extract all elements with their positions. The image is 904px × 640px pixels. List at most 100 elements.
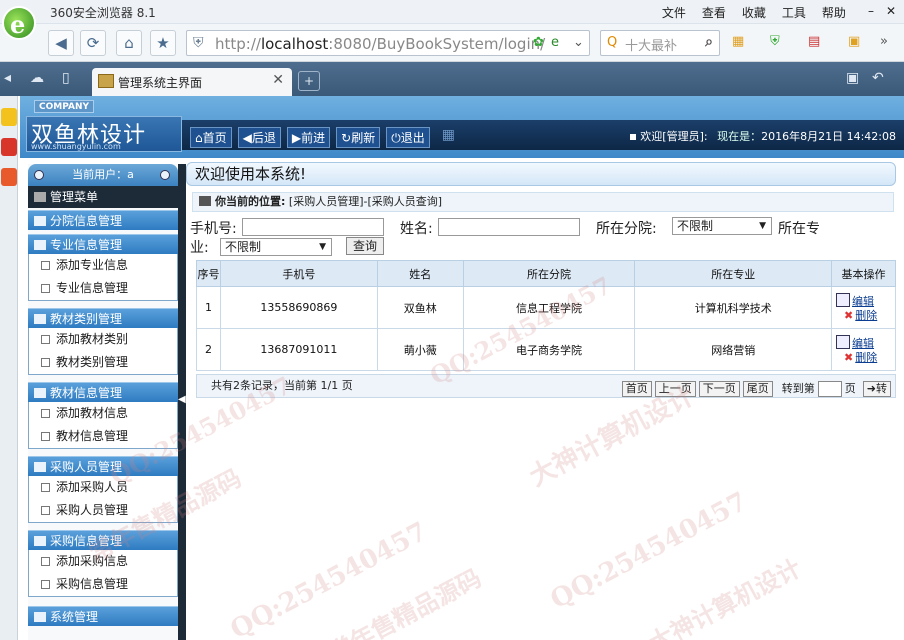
pin-left-icon: [34, 170, 44, 180]
nav-refresh-button[interactable]: ↻刷新: [336, 127, 381, 148]
first-page-button[interactable]: 首页: [621, 381, 652, 397]
edit-link[interactable]: 编辑: [836, 334, 895, 351]
search-icon[interactable]: ⌕: [705, 34, 713, 50]
page-icon[interactable]: ▯: [62, 70, 70, 86]
group-buyer: 采购人员管理 添加采购人员 采购人员管理: [28, 456, 178, 523]
browser-search[interactable]: Q 十大最补 ⌕: [600, 30, 720, 56]
major-select[interactable]: 不限制 ▼: [220, 238, 332, 256]
delete-link[interactable]: ✖ 删除: [836, 351, 895, 365]
delete-link[interactable]: ✖ 删除: [836, 309, 895, 323]
group-book-category: 教材类别管理 添加教材类别 教材类别管理: [28, 308, 178, 375]
select-arrow-icon: ▼: [319, 242, 326, 252]
watermark: QQ:254540457: [225, 516, 433, 640]
reload-icon[interactable]: ⟳: [80, 30, 106, 56]
browser-toolbar: ◀ ⟳ ⌂ ★ ⛨ http://localhost:8080/BuyBookS…: [0, 24, 904, 62]
query-button[interactable]: 查询: [346, 237, 385, 255]
ie-mode-icon[interactable]: e: [551, 35, 559, 50]
group-purchase: 采购信息管理 添加采购信息 采购信息管理: [28, 530, 178, 597]
name-input[interactable]: [438, 218, 580, 236]
next-page-button[interactable]: 下一页: [698, 381, 740, 397]
edit-link[interactable]: 编辑: [836, 292, 895, 309]
sidebar-item-add-book[interactable]: 添加教材信息: [29, 402, 177, 425]
home-icon[interactable]: ⌂: [116, 30, 142, 56]
group-folder-icon: [34, 314, 46, 324]
goto-button[interactable]: ➜转: [862, 381, 891, 397]
sidebar-collapse-handle[interactable]: ◀: [178, 164, 186, 640]
group-head-major[interactable]: 专业信息管理: [28, 234, 178, 254]
branch-select[interactable]: 不限制 ▼: [672, 217, 772, 235]
sidebar-item-manage-major[interactable]: 专业信息管理: [29, 277, 177, 300]
group-folder-icon: [34, 216, 46, 226]
current-user-bar: 当前用户：a: [28, 164, 178, 186]
new-tab-button[interactable]: +: [298, 71, 320, 91]
pin-right-icon: [160, 170, 170, 180]
sidebar-item-manage-category[interactable]: 教材类别管理: [29, 351, 177, 374]
close-tab-icon[interactable]: ✕: [272, 72, 284, 88]
mail-rail-icon[interactable]: [1, 168, 17, 186]
browser-titlebar: 360安全浏览器 8.1 文件 查看 收藏 工具 帮助 – ✕: [0, 0, 904, 24]
group-head-book[interactable]: 教材信息管理: [28, 382, 178, 402]
sidebar-item-add-major[interactable]: 添加专业信息: [29, 254, 177, 277]
security-icon[interactable]: ⛨: [770, 34, 780, 49]
name-label: 姓名:: [400, 221, 433, 237]
nav-back-button[interactable]: ◀后退: [237, 127, 281, 148]
prev-page-button[interactable]: 上一页: [654, 381, 696, 397]
sidebar-item-add-category[interactable]: 添加教材类别: [29, 328, 177, 351]
sidebar-item-add-buyer[interactable]: 添加采购人员: [29, 476, 177, 499]
menu-grid-icon: [34, 192, 46, 202]
menu-tools[interactable]: 工具: [782, 4, 806, 21]
goto-label: 转到第: [781, 382, 815, 395]
major-label: 所在专: [778, 221, 820, 237]
menu-favorites[interactable]: 收藏: [742, 4, 766, 21]
group-folder-icon: [34, 536, 46, 546]
group-folder-icon: [34, 240, 46, 250]
back-icon[interactable]: ◀: [48, 30, 74, 56]
sidebar-item-manage-buyer[interactable]: 采购人员管理: [29, 499, 177, 522]
menu-file[interactable]: 文件: [662, 4, 686, 21]
refresh-green-icon[interactable]: ✿: [533, 35, 544, 50]
sidebar-item-add-purchase[interactable]: 添加采购信息: [29, 550, 177, 573]
dropdown-icon[interactable]: ⌄: [573, 35, 584, 50]
adblock-icon[interactable]: ▤: [808, 34, 820, 49]
group-head-buyer[interactable]: 采购人员管理: [28, 456, 178, 476]
browser-menu: 文件 查看 收藏 工具 帮助 – ✕: [662, 4, 896, 21]
goto-page-input[interactable]: [817, 381, 842, 397]
more-icon[interactable]: »: [880, 34, 888, 49]
weibo-rail-icon[interactable]: [1, 138, 17, 156]
watermark: 常年售精品源码: [323, 563, 486, 640]
menu-view[interactable]: 查看: [702, 4, 726, 21]
tab-admin-main[interactable]: 管理系统主界面 ✕: [92, 68, 292, 96]
group-head-branch[interactable]: 分院信息管理: [28, 210, 178, 230]
apps-icon[interactable]: ▦: [732, 34, 744, 49]
tab-favicon-icon: [98, 74, 114, 88]
sidebar-item-manage-book[interactable]: 教材信息管理: [29, 425, 177, 448]
sidebar-toggle-icon[interactable]: ◂: [4, 70, 11, 86]
address-bar[interactable]: ⛨ http://localhost:8080/BuyBookSystem/lo…: [186, 30, 590, 56]
item-box-icon: [41, 483, 50, 492]
tab-bar: ◂ ☁ ▯ 管理系统主界面 ✕ + ▣ ↶: [0, 62, 904, 96]
table-row: 1 13558690869 双鱼林 信息工程学院 计算机科学技术 编辑 ✖ 删除: [196, 286, 896, 329]
minimize-icon[interactable]: –: [868, 4, 874, 21]
close-window-icon[interactable]: ✕: [886, 4, 896, 21]
menu-help[interactable]: 帮助: [822, 4, 846, 21]
browser-logo-icon[interactable]: e: [2, 6, 36, 40]
nav-home-button[interactable]: ⌂首页: [190, 127, 232, 148]
favorite-star-icon[interactable]: ★: [150, 30, 176, 56]
sidebar-item-manage-purchase[interactable]: 采购信息管理: [29, 573, 177, 596]
cell-phone: 13558690869: [219, 286, 378, 329]
group-head-system[interactable]: 系统管理: [28, 606, 178, 626]
item-box-icon: [41, 432, 50, 441]
cloud-icon[interactable]: ☁: [30, 70, 44, 86]
phone-input[interactable]: [242, 218, 384, 236]
last-page-button[interactable]: 尾页: [742, 381, 773, 397]
undo-close-icon[interactable]: ↶: [872, 70, 884, 86]
favorites-rail-icon[interactable]: [1, 108, 17, 126]
web-page: COMPANY 双鱼林设计 www.shuangyulin.com ⌂首页 ◀后…: [20, 96, 904, 640]
tab-list-icon[interactable]: ▣: [846, 70, 859, 86]
nav-logout-button[interactable]: ⏻退出: [386, 127, 430, 148]
group-head-book-category[interactable]: 教材类别管理: [28, 308, 178, 328]
extension-icon[interactable]: ▣: [848, 34, 860, 49]
menu-title: 管理菜单: [28, 186, 178, 208]
nav-forward-button[interactable]: ▶前进: [286, 127, 331, 148]
group-head-purchase[interactable]: 采购信息管理: [28, 530, 178, 550]
